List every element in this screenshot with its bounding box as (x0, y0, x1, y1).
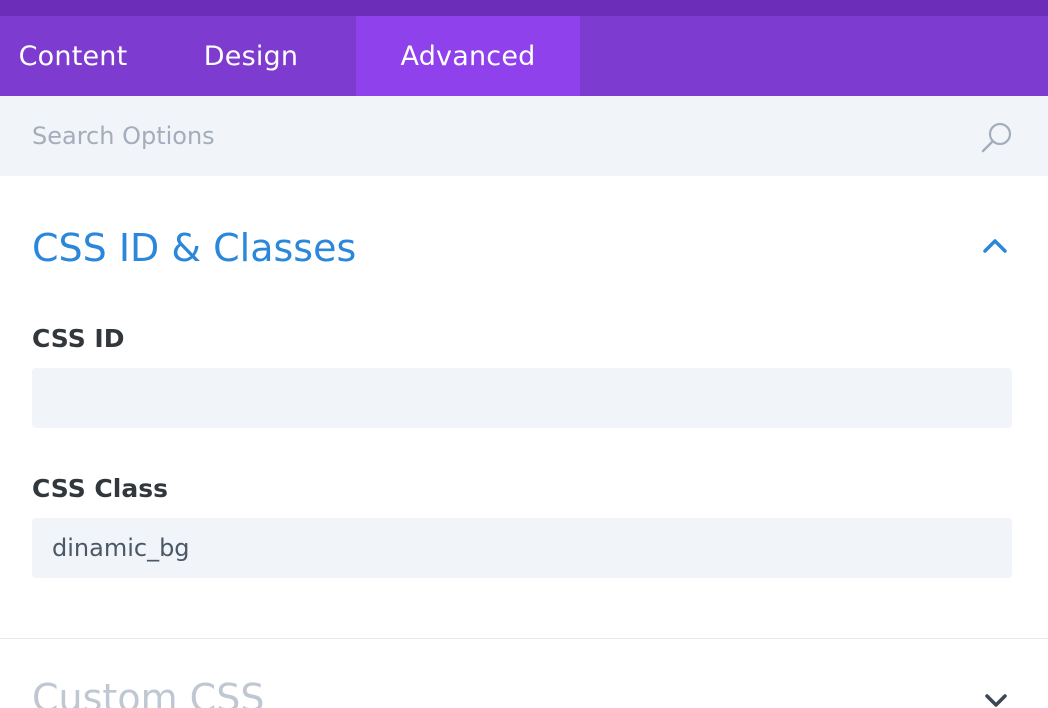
tab-content[interactable]: Content (0, 16, 146, 96)
tab-advanced[interactable]: Advanced (356, 16, 580, 96)
css-class-input[interactable] (32, 518, 1012, 578)
tab-bar: Content Design Advanced (0, 16, 1048, 96)
search-bar (0, 96, 1048, 176)
chevron-down-icon[interactable] (982, 692, 1010, 708)
section-divider (0, 638, 1048, 639)
section-title-custom-css[interactable]: Custom CSS (32, 676, 264, 708)
settings-panel: Content Design Advanced CSS ID & Classes… (0, 0, 1048, 708)
tab-design[interactable]: Design (146, 16, 356, 96)
css-id-input[interactable] (32, 368, 1012, 428)
header-strip (0, 0, 1048, 16)
chevron-up-icon[interactable] (980, 236, 1010, 256)
search-icon[interactable] (980, 121, 1014, 155)
css-id-label: CSS ID (32, 324, 125, 353)
search-input[interactable] (0, 96, 960, 176)
css-class-label: CSS Class (32, 474, 168, 503)
section-title-css-id-classes[interactable]: CSS ID & Classes (32, 226, 356, 270)
